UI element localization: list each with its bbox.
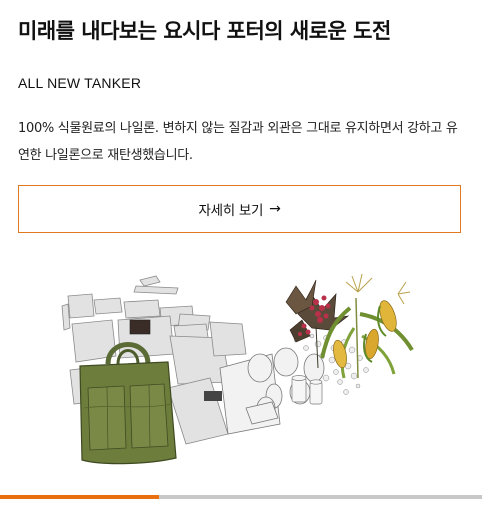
promo-card: 미래를 내다보는 요시다 포터의 새로운 도전 ALL NEW TANKER 1…: [0, 0, 482, 524]
label-patch-icon: [204, 391, 222, 401]
carousel-progress-track: [0, 495, 482, 499]
view-details-button[interactable]: 자세히 보기 →: [18, 185, 461, 233]
page-title: 미래를 내다보는 요시다 포터의 새로운 도전: [18, 19, 391, 43]
carousel-progress-fill: [0, 495, 160, 499]
arrow-right-icon: →: [269, 201, 281, 217]
tanker-bag-illustration: [61, 273, 414, 465]
corn-plant-icon: [320, 273, 414, 379]
description-text: 100% 식물원료의 나일론. 변하지 않는 질감과 외관은 그대로 유지하면서…: [18, 121, 458, 163]
brand-tag-icon: [129, 319, 151, 335]
view-details-label: 자세히 보기: [198, 203, 264, 219]
green-bag-icon: [79, 342, 177, 465]
product-subtitle: ALL NEW TANKER: [18, 75, 142, 91]
fabric-rolls-group: [219, 347, 325, 435]
